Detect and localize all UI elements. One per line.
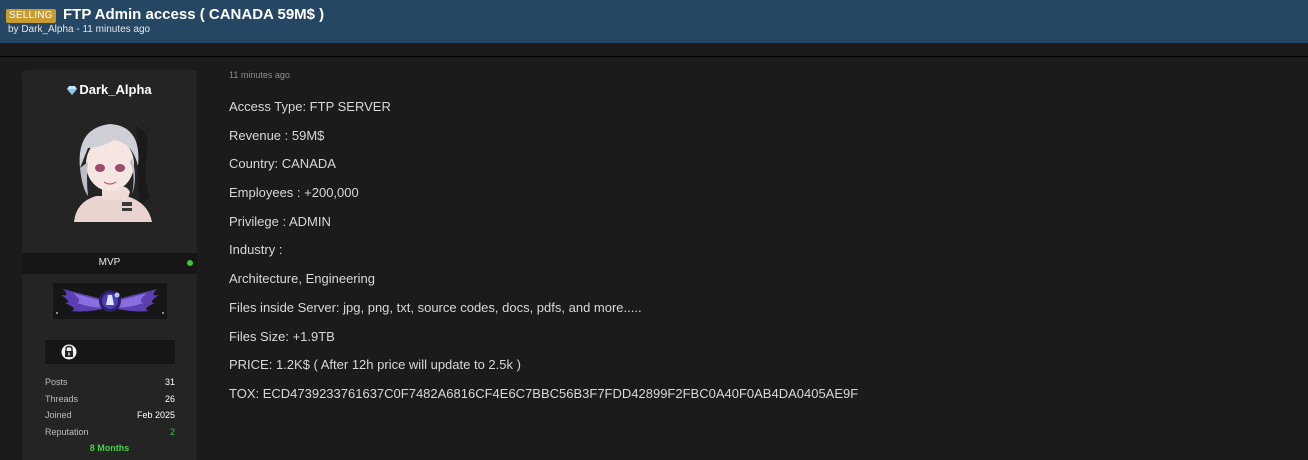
post-line: TOX: ECD4739233761637C0F7482A6816CF4E6C7… bbox=[229, 385, 859, 401]
user-stats: Posts 31 Threads 26 Joined Feb 2025 Repu… bbox=[45, 376, 175, 442]
post-line: Architecture, Engineering bbox=[229, 271, 375, 287]
post-line: Industry : bbox=[229, 242, 283, 258]
award-box bbox=[45, 340, 175, 364]
user-panel: Dark_Alpha MVP Posts 31 Threads 26 Joine… bbox=[22, 70, 197, 460]
post-body: Access Type: FTP SERVER Revenue : 59M$ C… bbox=[229, 98, 1289, 414]
username-row: Dark_Alpha bbox=[22, 82, 197, 97]
online-status-icon bbox=[187, 260, 193, 266]
membership-tenure: 8 Months bbox=[89, 443, 130, 453]
rank-label: MVP bbox=[98, 257, 121, 268]
stat-label: Posts bbox=[45, 377, 68, 387]
stat-label: Threads bbox=[45, 393, 79, 404]
post-line: Privilege : ADMIN bbox=[229, 213, 331, 229]
rank-bar: MVP bbox=[22, 253, 197, 274]
stat-row-joined: Joined Feb 2025 bbox=[45, 409, 175, 426]
selling-prefix-badge[interactable]: SELLING bbox=[6, 9, 56, 23]
stat-row-threads: Threads 26 bbox=[45, 393, 175, 410]
stat-row-posts: Posts 31 bbox=[45, 376, 175, 393]
post-line: Access Type: FTP SERVER bbox=[229, 99, 391, 114]
stat-row-reputation: Reputation 2 bbox=[45, 426, 175, 443]
stat-value: Feb 2025 bbox=[136, 410, 175, 420]
user-avatar[interactable] bbox=[66, 118, 156, 222]
thread-meta: by Dark_Alpha - 11 minutes ago bbox=[8, 24, 151, 35]
stat-label: Joined bbox=[45, 410, 72, 420]
winged-emblem-icon bbox=[53, 283, 167, 319]
post-line: Country: CANADA bbox=[229, 156, 336, 172]
post-line: Files Size: +1.9TB bbox=[229, 328, 335, 344]
stat-label: Reputation bbox=[45, 426, 89, 437]
thread-header: SELLING FTP Admin access ( CANADA 59M$ )… bbox=[0, 0, 1308, 43]
header-divider bbox=[0, 56, 1308, 57]
post-line: Revenue : 59M$ bbox=[229, 127, 325, 143]
post-line: Files inside Server: jpg, png, txt, sour… bbox=[229, 299, 642, 315]
username-link[interactable]: Dark_Alpha bbox=[79, 82, 151, 97]
thread-title: FTP Admin access ( CANADA 59M$ ) bbox=[63, 6, 325, 23]
lock-award-icon[interactable] bbox=[61, 344, 77, 360]
diamond-icon bbox=[67, 86, 78, 95]
stat-value: 31 bbox=[164, 377, 175, 387]
post-line: PRICE: 1.2K$ ( After 12h price will upda… bbox=[229, 357, 521, 373]
stat-value: 26 bbox=[164, 393, 175, 404]
reputation-value[interactable]: 2 bbox=[170, 427, 175, 437]
post-line: Employees : +200,000 bbox=[229, 185, 359, 201]
post-timestamp[interactable]: 11 minutes ago bbox=[229, 70, 290, 80]
